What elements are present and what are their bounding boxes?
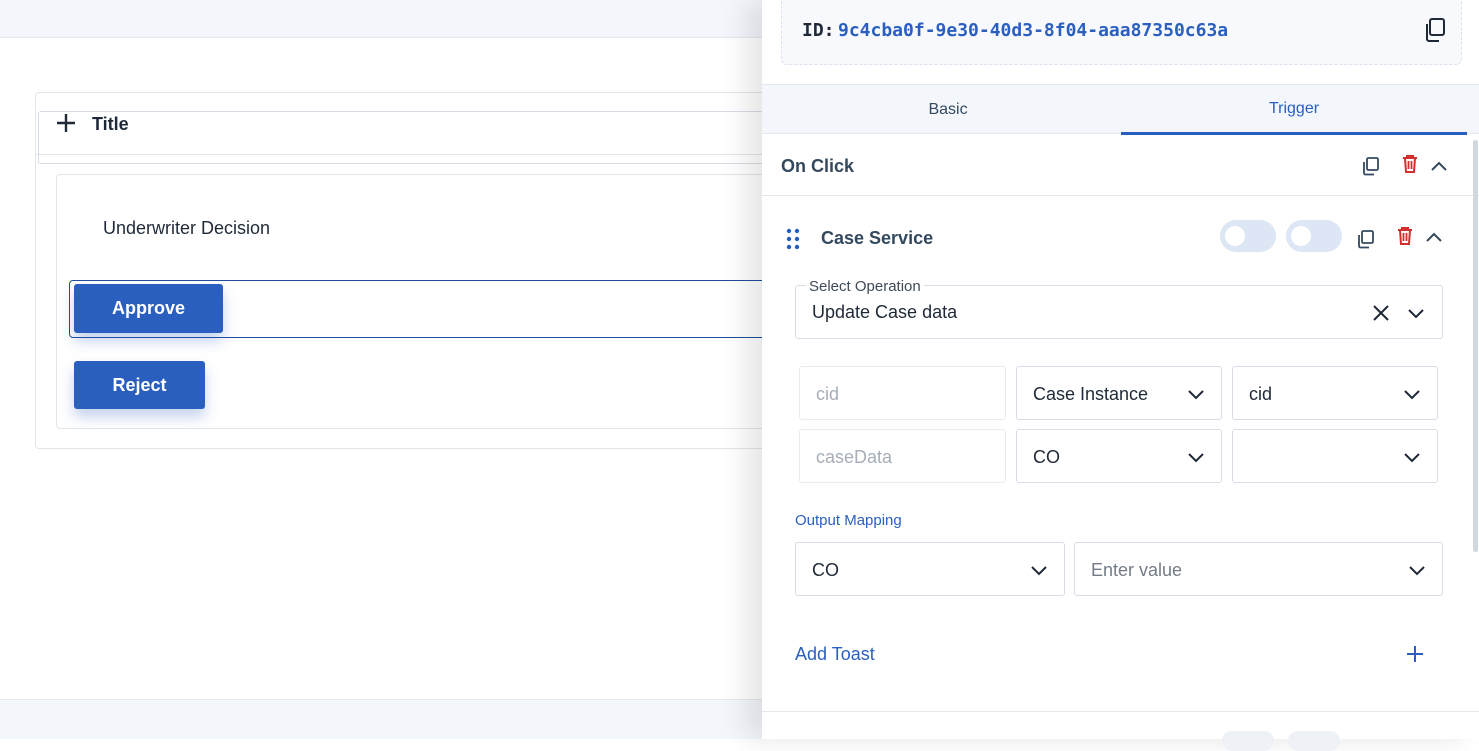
event-title: On Click bbox=[781, 156, 855, 176]
drag-handle-icon[interactable] bbox=[783, 228, 803, 250]
output-value-placeholder: Enter value bbox=[1091, 560, 1183, 580]
approve-button[interactable]: Approve bbox=[74, 284, 223, 333]
properties-panel: ID: 9c4cba0f-9e30-40d3-8f04-aaa87350c63a… bbox=[762, 0, 1479, 751]
chevron-up-icon[interactable] bbox=[1423, 226, 1445, 248]
chevron-down-icon bbox=[1188, 453, 1204, 463]
select-operation-value: Update Case data bbox=[812, 302, 958, 322]
panel-tabs: Basic Trigger bbox=[762, 84, 1479, 135]
param-name-field: cid bbox=[799, 366, 1006, 420]
param-value-dropdown[interactable]: cid bbox=[1232, 366, 1438, 420]
trash-icon[interactable] bbox=[1399, 153, 1421, 175]
param-source-value: CO bbox=[1033, 447, 1060, 467]
output-source-dropdown[interactable]: CO bbox=[795, 542, 1065, 596]
tab-basic[interactable]: Basic bbox=[775, 85, 1121, 135]
text-field-value: Underwriter Decision bbox=[103, 218, 271, 238]
action-title: Case Service bbox=[821, 228, 934, 248]
chevron-down-icon bbox=[1409, 566, 1425, 576]
panel-scrollbar[interactable] bbox=[1473, 140, 1478, 552]
param-name: cid bbox=[816, 384, 840, 404]
param-source-dropdown[interactable]: CO bbox=[1016, 429, 1222, 483]
copy-icon[interactable] bbox=[1355, 228, 1377, 250]
component-id: 9c4cba0f-9e30-40d3-8f04-aaa87350c63a bbox=[838, 20, 1229, 41]
output-source-value: CO bbox=[812, 560, 839, 580]
param-source-dropdown[interactable]: Case Instance bbox=[1016, 366, 1222, 420]
reject-button[interactable]: Reject bbox=[74, 361, 205, 409]
copy-icon[interactable] bbox=[1423, 17, 1447, 43]
add-toast-link[interactable]: Add Toast bbox=[795, 644, 875, 665]
select-operation-label: Select Operation bbox=[806, 278, 924, 295]
param-source-value: Case Instance bbox=[1033, 384, 1149, 404]
tab-trigger[interactable]: Trigger bbox=[1121, 85, 1467, 135]
clear-icon[interactable] bbox=[1370, 302, 1392, 324]
event-header[interactable]: On Click bbox=[762, 134, 1479, 196]
canvas-top-bar bbox=[0, 0, 762, 38]
plus-icon[interactable] bbox=[1404, 643, 1426, 665]
chevron-down-icon bbox=[1404, 390, 1420, 400]
id-label: ID: bbox=[802, 20, 835, 41]
divider bbox=[762, 711, 1479, 712]
chevron-down-icon[interactable] bbox=[1405, 302, 1427, 324]
canvas-bottom-bar bbox=[0, 699, 762, 739]
chevron-down-icon bbox=[1031, 566, 1047, 576]
output-mapping-label: Output Mapping bbox=[795, 512, 902, 529]
param-value: cid bbox=[1249, 384, 1273, 404]
param-value-dropdown[interactable] bbox=[1232, 429, 1438, 483]
copy-icon[interactable] bbox=[1360, 155, 1382, 177]
chevron-down-icon bbox=[1404, 453, 1420, 463]
chevron-down-icon bbox=[1188, 390, 1204, 400]
param-name-field: caseData bbox=[799, 429, 1006, 483]
toggle-switch[interactable] bbox=[1220, 220, 1276, 252]
param-name: caseData bbox=[816, 447, 893, 467]
toggle-switch[interactable] bbox=[1286, 220, 1342, 252]
toggle-switch[interactable] bbox=[1288, 731, 1340, 751]
toggle-switch[interactable] bbox=[1222, 731, 1274, 751]
output-value-dropdown[interactable]: Enter value bbox=[1074, 542, 1443, 596]
trash-icon[interactable] bbox=[1394, 225, 1416, 247]
component-id-box: ID: 9c4cba0f-9e30-40d3-8f04-aaa87350c63a bbox=[781, 0, 1462, 65]
chevron-up-icon[interactable] bbox=[1428, 155, 1450, 177]
text-field[interactable] bbox=[38, 111, 778, 164]
